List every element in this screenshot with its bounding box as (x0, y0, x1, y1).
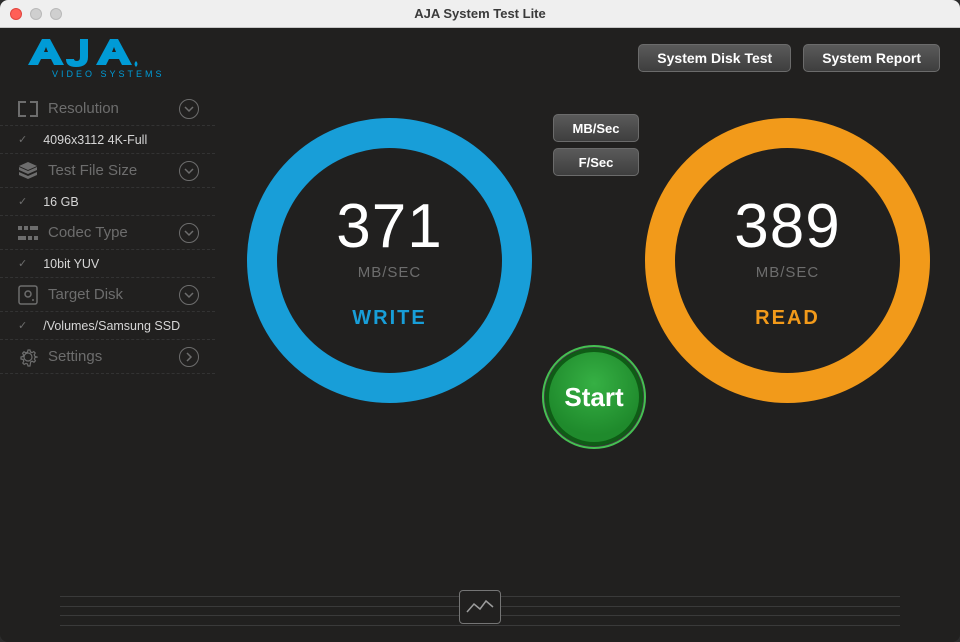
sidebar-item-filesize[interactable]: Test File Size (0, 154, 215, 188)
read-unit: MB/SEC (756, 264, 820, 281)
read-gauge: 389 MB/SEC READ (645, 118, 930, 403)
resolution-icon (18, 99, 38, 119)
check-icon: ✓ (18, 257, 27, 270)
sidebar-label: Test File Size (48, 162, 137, 179)
sidebar-item-codec[interactable]: Codec Type (0, 216, 215, 250)
write-gauge: 371 MB/SEC WRITE (247, 118, 532, 403)
chevron-right-icon (179, 347, 199, 367)
sidebar: Resolution ✓4096x3112 4K-Full Test File … (0, 88, 215, 572)
sidebar-value-disk: ✓/Volumes/Samsung SSD (0, 312, 215, 340)
body: Resolution ✓4096x3112 4K-Full Test File … (0, 88, 960, 572)
sidebar-value-filesize: ✓16 GB (0, 188, 215, 216)
sidebar-value-codec: ✓10bit YUV (0, 250, 215, 278)
app-window: AJA System Test Lite VIDEO SYSTEMS Syste… (0, 0, 960, 642)
graph-toggle-button[interactable] (459, 590, 501, 624)
sidebar-label: Codec Type (48, 224, 128, 241)
read-value: 389 (734, 191, 840, 262)
unit-fsec-button[interactable]: F/Sec (553, 148, 639, 176)
aja-logo: VIDEO SYSTEMS (20, 37, 170, 79)
write-unit: MB/SEC (358, 264, 422, 281)
stack-icon (18, 161, 38, 181)
read-gauge-center: 389 MB/SEC READ (645, 118, 930, 403)
top-buttons: System Disk Test System Report (638, 44, 940, 72)
start-label: Start (564, 382, 623, 413)
sidebar-label: Settings (48, 348, 102, 365)
main-panel: MB/Sec F/Sec 371 MB/SEC WRITE 389 MB/SEC… (215, 88, 960, 572)
graph-icon (466, 598, 494, 616)
chevron-down-icon (179, 223, 199, 243)
logo-subtitle: VIDEO SYSTEMS (52, 69, 170, 79)
chevron-down-icon (179, 161, 199, 181)
write-value: 371 (336, 191, 442, 262)
sidebar-item-settings[interactable]: Settings (0, 340, 215, 374)
system-report-button[interactable]: System Report (803, 44, 940, 72)
topbar: VIDEO SYSTEMS System Disk Test System Re… (0, 28, 960, 88)
start-button[interactable]: Start (545, 348, 643, 446)
check-icon: ✓ (18, 195, 27, 208)
write-label: WRITE (352, 307, 426, 330)
chevron-down-icon (179, 99, 199, 119)
system-disk-test-button[interactable]: System Disk Test (638, 44, 791, 72)
aja-logo-icon (20, 37, 170, 71)
unit-mbsec-button[interactable]: MB/Sec (553, 114, 639, 142)
unit-toggle: MB/Sec F/Sec (553, 114, 639, 176)
check-icon: ✓ (18, 133, 27, 146)
sidebar-value-resolution: ✓4096x3112 4K-Full (0, 126, 215, 154)
check-icon: ✓ (18, 319, 27, 332)
titlebar: AJA System Test Lite (0, 0, 960, 28)
codec-icon (18, 223, 38, 243)
sidebar-label: Resolution (48, 100, 119, 117)
disk-icon (18, 285, 38, 305)
sidebar-label: Target Disk (48, 286, 123, 303)
window-title: AJA System Test Lite (0, 6, 960, 21)
sidebar-item-resolution[interactable]: Resolution (0, 92, 215, 126)
sidebar-item-disk[interactable]: Target Disk (0, 278, 215, 312)
read-label: READ (755, 307, 820, 330)
write-gauge-center: 371 MB/SEC WRITE (247, 118, 532, 403)
gear-icon (18, 347, 38, 367)
chevron-down-icon (179, 285, 199, 305)
bottom-strip (0, 572, 960, 642)
